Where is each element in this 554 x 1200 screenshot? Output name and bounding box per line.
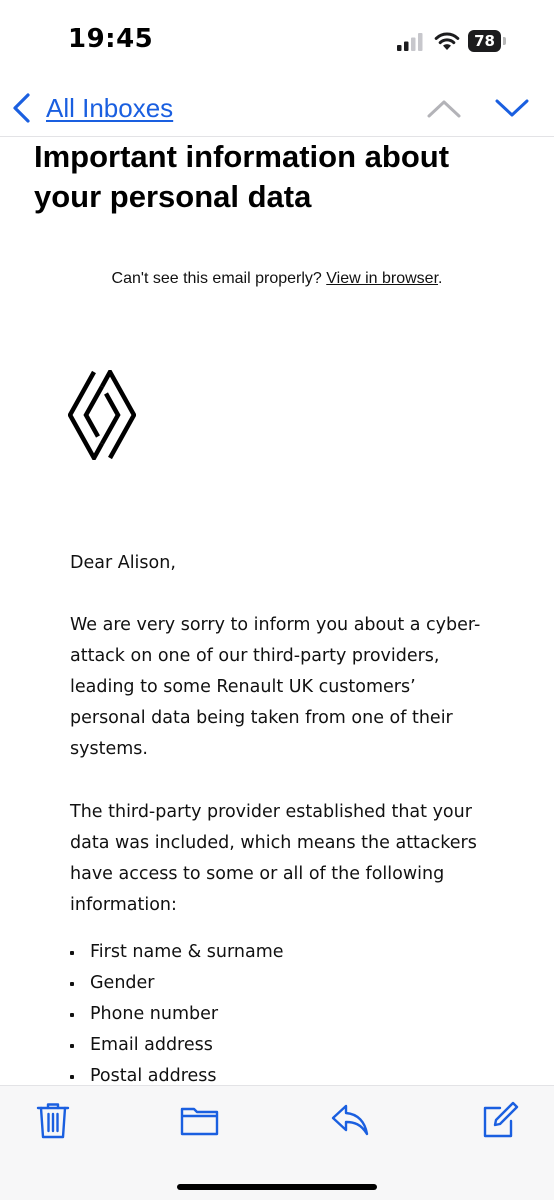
folder-icon[interactable]	[180, 1100, 220, 1140]
back-label: All Inboxes	[46, 92, 174, 123]
personal-data-list: First name & surname Gender Phone number…	[70, 937, 284, 1085]
battery-level: 78	[468, 30, 501, 52]
email-paragraph-1: We are very sorry to inform you about a …	[70, 615, 481, 759]
chevron-left-icon	[13, 93, 30, 123]
compose-icon[interactable]	[480, 1100, 520, 1140]
reply-icon[interactable]	[330, 1100, 370, 1140]
next-message-button[interactable]	[494, 94, 530, 122]
view-in-browser-suffix: .	[438, 270, 443, 287]
list-item-text: Gender	[90, 973, 155, 993]
view-in-browser-link[interactable]: View in browser	[326, 270, 438, 287]
email-greeting: Dear Alison,	[70, 553, 176, 573]
email-content[interactable]: Important information about your persona…	[0, 137, 554, 1085]
status-bar: 19:45 78	[0, 0, 554, 80]
cellular-signal-icon	[397, 33, 423, 51]
bottom-toolbar	[0, 1085, 554, 1200]
bullet-icon	[70, 950, 74, 955]
previous-message-button[interactable]	[426, 94, 462, 122]
list-item: First name & surname	[70, 937, 284, 968]
list-item: Email address	[70, 1030, 284, 1061]
list-item-text: First name & surname	[90, 942, 284, 962]
view-in-browser-prefix: Can't see this email properly?	[111, 270, 327, 287]
list-item-text: Phone number	[90, 1004, 219, 1024]
list-item: Phone number	[70, 999, 284, 1030]
battery-nub	[503, 37, 506, 45]
back-button[interactable]: All Inboxes	[10, 88, 173, 128]
battery-indicator: 78	[468, 30, 508, 52]
bullet-icon	[70, 1043, 74, 1048]
list-item-text: Postal address	[90, 1066, 217, 1085]
wifi-icon	[434, 32, 460, 50]
trash-icon[interactable]	[33, 1100, 73, 1140]
email-subject: Important information about your persona…	[34, 139, 450, 214]
list-item-text: Email address	[90, 1035, 213, 1055]
bullet-icon	[70, 1012, 74, 1017]
status-time: 19:45	[68, 24, 154, 54]
bullet-icon	[70, 1074, 74, 1079]
home-indicator	[177, 1184, 377, 1190]
list-item: Gender	[70, 968, 284, 999]
nav-bar: All Inboxes	[0, 80, 554, 137]
email-paragraph-2: The third-party provider established tha…	[70, 802, 477, 915]
list-item: Postal address	[70, 1061, 284, 1085]
renault-logo	[68, 370, 136, 460]
bullet-icon	[70, 981, 74, 986]
view-in-browser-line: Can't see this email properly? View in b…	[0, 270, 554, 288]
